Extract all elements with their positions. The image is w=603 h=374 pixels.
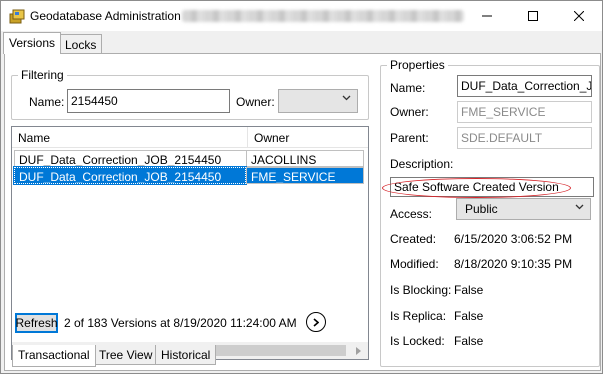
prop-modified-value: 8/18/2020 9:10:35 PM [454,257,573,271]
chevron-right-icon [313,317,319,327]
access-dropdown[interactable]: Public [456,198,591,220]
close-button[interactable] [556,1,602,31]
row-name-cell: DUF_Data_Correction_JOB_2154450 [14,150,246,167]
close-icon [574,11,584,21]
row-owner-cell: JACOLLINS [246,150,364,167]
prop-owner-field: FME_SERVICE [457,101,592,123]
tab-historical-label: Historical [161,348,211,362]
prop-name-label: Name: [390,81,426,95]
row-name-cell: DUF_Data_Correction_JOB_2154450 [13,166,247,185]
description-highlight-ellipse [382,178,571,198]
filter-name-input[interactable]: 2154450 [67,89,230,113]
chevron-down-icon [575,204,584,210]
prop-replica-label: Is Replica: [390,309,447,323]
filter-owner-dropdown[interactable] [278,89,358,113]
access-value: Public [465,202,498,216]
prop-created-label: Created: [390,232,437,246]
tab-versions-label: Versions [9,36,56,50]
version-count-status: 2 of 183 Versions at 8/19/2020 11:24:00 … [64,316,297,330]
tab-historical[interactable]: Historical [155,345,217,365]
prop-blocking-value: False [454,283,484,297]
chevron-down-icon [342,95,351,101]
prop-replica-value: False [454,309,484,323]
prop-access-label: Access: [390,207,433,221]
prop-blocking-label: Is Blocking: [390,283,452,297]
tab-versions[interactable]: Versions [3,32,62,54]
tab-transactional-label: Transactional [18,348,90,362]
prop-parent-field: SDE.DEFAULT [457,127,592,149]
tab-transactional[interactable]: Transactional [12,345,96,367]
geodatabase-administration-window: Geodatabase Administration Versions Lock… [0,0,603,374]
tab-tree-view-label: Tree View [99,348,153,362]
prop-locked-value: False [454,334,484,348]
minimize-button[interactable] [464,1,510,31]
prop-created-value: 6/15/2020 3:06:52 PM [454,232,573,246]
prop-parent-label: Parent: [390,131,429,145]
window-title: Geodatabase Administration [30,9,181,23]
row-owner-cell: FME_SERVICE [246,167,364,184]
table-row[interactable]: DUF_Data_Correction_JOB_2154450 JACOLLIN… [14,150,366,167]
prop-description-label: Description: [390,157,454,171]
next-button[interactable] [306,312,326,332]
column-header-owner[interactable]: Owner [248,127,368,148]
geodatabase-app-icon [9,9,25,24]
filter-owner-label: Owner: [236,95,275,109]
prop-locked-label: Is Locked: [390,334,445,348]
refresh-button[interactable]: Refresh [15,313,58,333]
prop-owner-label: Owner: [390,105,429,119]
versions-list-header: Name Owner [12,127,368,148]
maximize-button[interactable] [510,1,556,31]
tab-locks[interactable]: Locks [59,34,103,54]
properties-caption: Properties [387,58,448,72]
filter-name-label: Name: [29,95,65,109]
title-bar[interactable]: Geodatabase Administration [1,1,602,31]
tab-locks-label: Locks [65,38,97,52]
prop-name-input[interactable]: DUF_Data_Correction_JO [457,75,592,97]
scroll-right-button[interactable] [350,345,367,356]
minimize-icon [482,15,492,17]
tab-tree-view[interactable]: Tree View [93,345,159,365]
maximize-icon [528,11,538,21]
column-header-name[interactable]: Name [12,127,248,148]
prop-modified-label: Modified: [390,257,439,271]
filtering-caption: Filtering [18,68,67,82]
table-row-selected[interactable]: DUF_Data_Correction_JOB_2154450 FME_SERV… [13,166,366,185]
chevron-right-icon [356,346,361,355]
redacted-title-suffix [182,10,464,22]
